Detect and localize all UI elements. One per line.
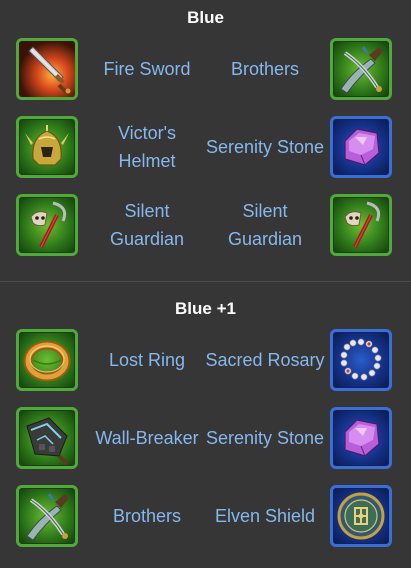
item-name-lost-ring: Lost Ring <box>108 350 186 370</box>
serenity-stone-icon[interactable] <box>330 407 392 469</box>
elven-shield-icon[interactable] <box>330 485 392 547</box>
item-name-brothers: Brothers <box>112 506 182 526</box>
item-comparison-panel: Blue Fire Sword Brothers Victor's Helmet… <box>0 0 411 568</box>
brothers-icon[interactable] <box>16 485 78 547</box>
victors-helmet-icon[interactable] <box>16 116 78 178</box>
item-name-silent-guardian: Silent Guardian <box>227 201 303 249</box>
lost-ring-icon[interactable] <box>16 329 78 391</box>
serenity-stone-icon[interactable] <box>330 116 392 178</box>
item-name-fire-sword: Fire Sword <box>103 59 191 79</box>
item-row: Silent Guardian Silent Guardian <box>0 194 411 262</box>
sacred-rosary-icon[interactable] <box>330 329 392 391</box>
item-row: Victor's Helmet Serenity Stone <box>0 116 411 184</box>
item-name-elven-shield: Elven Shield <box>214 506 316 526</box>
item-name-serenity-stone: Serenity Stone <box>205 428 325 448</box>
item-row: Wall-Breaker Serenity Stone <box>0 407 411 475</box>
section-divider <box>0 281 411 282</box>
section-title-blue: Blue <box>187 8 224 27</box>
item-row: Brothers Elven Shield <box>0 485 411 553</box>
item-name-silent-guardian: Silent Guardian <box>109 201 185 249</box>
item-row: Lost Ring Sacred Rosary <box>0 329 411 397</box>
item-row: Fire Sword Brothers <box>0 38 411 106</box>
silent-guardian-icon[interactable] <box>16 194 78 256</box>
item-name-victors-helmet: Victor's Helmet <box>117 123 177 171</box>
item-name-brothers: Brothers <box>230 59 300 79</box>
item-name-wall-breaker: Wall-Breaker <box>95 428 199 448</box>
section-title-blue-plus-1: Blue +1 <box>175 299 236 318</box>
wall-breaker-icon[interactable] <box>16 407 78 469</box>
brothers-icon[interactable] <box>330 38 392 100</box>
item-name-sacred-rosary: Sacred Rosary <box>205 350 325 370</box>
item-name-serenity-stone: Serenity Stone <box>205 137 325 157</box>
fire-sword-icon[interactable] <box>16 38 78 100</box>
silent-guardian-icon[interactable] <box>330 194 392 256</box>
